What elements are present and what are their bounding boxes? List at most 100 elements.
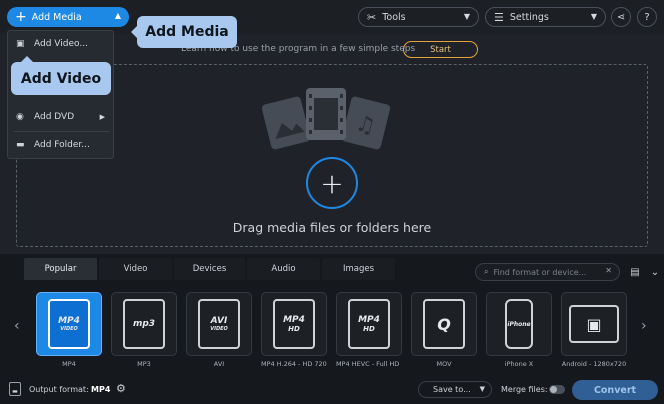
mp3-icon: mp3 xyxy=(123,299,165,349)
format-list: ‹ MP4 VIDEO MP4 mp3 MP3 AVI VIDEO AVI MP… xyxy=(0,286,664,370)
format-tile: AVI VIDEO xyxy=(186,292,252,356)
merge-files-label: Merge files: xyxy=(501,385,548,394)
tab-images[interactable]: Images xyxy=(322,258,395,280)
format-tabs: Popular Video Devices Audio Images ⌕ Fin… xyxy=(0,258,664,281)
media-illustration: ♫ xyxy=(262,88,390,150)
film-icon: ▣ xyxy=(16,39,25,49)
mp4-hd-icon: MP4 HD xyxy=(348,299,390,349)
format-iphone-x[interactable]: iPhone iPhone X xyxy=(486,292,552,368)
format-mp4-hevc[interactable]: MP4 HD MP4 HEVC - Full HD 1... xyxy=(336,292,402,368)
menu-item-label: Add DVD xyxy=(34,112,75,122)
help-icon: ? xyxy=(644,11,650,23)
share-icon: ⋖ xyxy=(616,11,626,23)
collapse-panel-icon[interactable]: ⌄ xyxy=(649,264,661,280)
output-format-label: Output format: xyxy=(29,385,89,394)
save-to-button[interactable]: Save to... ▼ xyxy=(418,381,492,398)
format-tile: MP4 HD xyxy=(261,292,327,356)
share-button[interactable]: ⋖ xyxy=(611,7,631,27)
output-format-icon: ▬ xyxy=(9,382,21,396)
plus-icon: + xyxy=(15,9,27,25)
format-icon-text: MP4 xyxy=(58,316,80,326)
output-format-value: MP4 xyxy=(91,385,111,394)
chevron-left-icon[interactable]: ‹ xyxy=(14,318,20,334)
quicktime-icon: Q xyxy=(423,299,465,349)
format-avi[interactable]: AVI VIDEO AVI xyxy=(186,292,252,368)
chevron-right-icon: ▶ xyxy=(99,113,105,121)
convert-button[interactable]: Convert xyxy=(572,380,658,400)
tools-button[interactable]: ✂ Tools ▼ xyxy=(358,7,479,27)
format-icon-sub: HD xyxy=(363,325,375,333)
format-icon-text: Q xyxy=(437,314,451,334)
format-mp4[interactable]: MP4 VIDEO MP4 xyxy=(36,292,102,368)
format-search-input[interactable]: ⌕ Find format or device... ✕ xyxy=(475,263,620,281)
menu-item-add-dvd[interactable]: ◉ Add DVD ▶ xyxy=(8,106,113,128)
help-button[interactable]: ? xyxy=(637,7,657,27)
save-to-label: Save to... xyxy=(433,385,471,394)
menu-divider xyxy=(14,131,109,132)
add-files-button[interactable]: + xyxy=(306,157,358,209)
format-panel: Popular Video Devices Audio Images ⌕ Fin… xyxy=(0,254,664,404)
format-label: MP4 HEVC - Full HD 1... xyxy=(336,360,402,368)
sliders-icon: ☰ xyxy=(494,10,504,24)
format-settings-icon[interactable]: ▤ xyxy=(628,264,642,280)
format-label: MP4 H.264 - HD 720p xyxy=(261,360,327,368)
tab-devices[interactable]: Devices xyxy=(174,258,245,280)
menu-item-label: Add Folder... xyxy=(34,140,90,150)
wrench-icon: ✂ xyxy=(367,10,377,24)
drop-hint-text: Drag media files or folders here xyxy=(232,220,432,235)
start-button[interactable]: Start xyxy=(403,41,478,58)
folder-icon: ▬ xyxy=(16,140,25,150)
film-icon xyxy=(306,88,346,140)
format-icon-sub: VIDEO xyxy=(60,326,78,332)
chevron-down-icon: ▼ xyxy=(479,385,485,393)
format-mp4-h264-hd[interactable]: MP4 HD MP4 H.264 - HD 720p xyxy=(261,292,327,368)
format-icon-sub: HD xyxy=(288,325,300,333)
mp4-icon: MP4 VIDEO xyxy=(48,299,90,349)
settings-button[interactable]: ☰ Settings ▼ xyxy=(485,7,606,27)
format-label: iPhone X xyxy=(504,360,534,368)
format-label: MP4 xyxy=(62,360,76,368)
format-icon-text: ▣ xyxy=(586,314,602,334)
gear-icon[interactable]: ⚙ xyxy=(116,382,126,395)
format-label: AVI xyxy=(213,360,225,368)
chevron-right-icon[interactable]: › xyxy=(641,318,647,334)
top-toolbar: + Add Media ▲ ✂ Tools ▼ ☰ Settings ▼ ⋖ ? xyxy=(0,0,664,34)
format-icon-text: MP4 xyxy=(283,315,305,325)
android-tablet-icon: ▣ xyxy=(569,305,619,343)
disc-icon: ◉ xyxy=(16,112,24,122)
add-media-button[interactable]: + Add Media ▲ xyxy=(7,7,129,27)
format-label: MP3 xyxy=(137,360,151,368)
settings-label: Settings xyxy=(509,11,549,23)
caret-up-icon: ▲ xyxy=(114,11,121,20)
format-mov[interactable]: Q MOV xyxy=(411,292,477,368)
add-video-tooltip: Add Video xyxy=(11,56,111,95)
search-placeholder: Find format or device... xyxy=(493,267,587,277)
chevron-down-icon: ▼ xyxy=(590,12,597,21)
menu-item-add-video[interactable]: ▣ Add Video... xyxy=(8,33,113,55)
menu-item-label: Add Video... xyxy=(34,39,88,49)
format-label: Android - 1280x720 xyxy=(561,360,627,368)
format-tile: mp3 xyxy=(111,292,177,356)
format-tile: MP4 HD xyxy=(336,292,402,356)
format-android[interactable]: ▣ Android - 1280x720 xyxy=(561,292,627,368)
merge-files-toggle[interactable] xyxy=(549,385,565,394)
search-icon: ⌕ xyxy=(484,267,489,276)
tools-label: Tools xyxy=(382,11,406,23)
format-tile: MP4 VIDEO xyxy=(36,292,102,356)
format-icon-sub: VIDEO xyxy=(210,326,228,332)
mp4-hd-icon: MP4 HD xyxy=(273,299,315,349)
close-icon[interactable]: ✕ xyxy=(605,266,612,275)
plus-icon: + xyxy=(320,166,344,200)
format-label: MOV xyxy=(436,360,452,368)
tab-popular[interactable]: Popular xyxy=(24,258,97,280)
music-icon: ♫ xyxy=(341,96,390,150)
tab-audio[interactable]: Audio xyxy=(247,258,320,280)
add-media-label: Add Media xyxy=(31,11,82,23)
image-icon xyxy=(262,96,311,150)
tab-video[interactable]: Video xyxy=(99,258,172,280)
menu-item-add-folder[interactable]: ▬ Add Folder... xyxy=(8,134,113,156)
chevron-down-icon: ▼ xyxy=(463,12,470,21)
format-tile: iPhone xyxy=(486,292,552,356)
format-mp3[interactable]: mp3 MP3 xyxy=(111,292,177,368)
avi-icon: AVI VIDEO xyxy=(198,299,240,349)
